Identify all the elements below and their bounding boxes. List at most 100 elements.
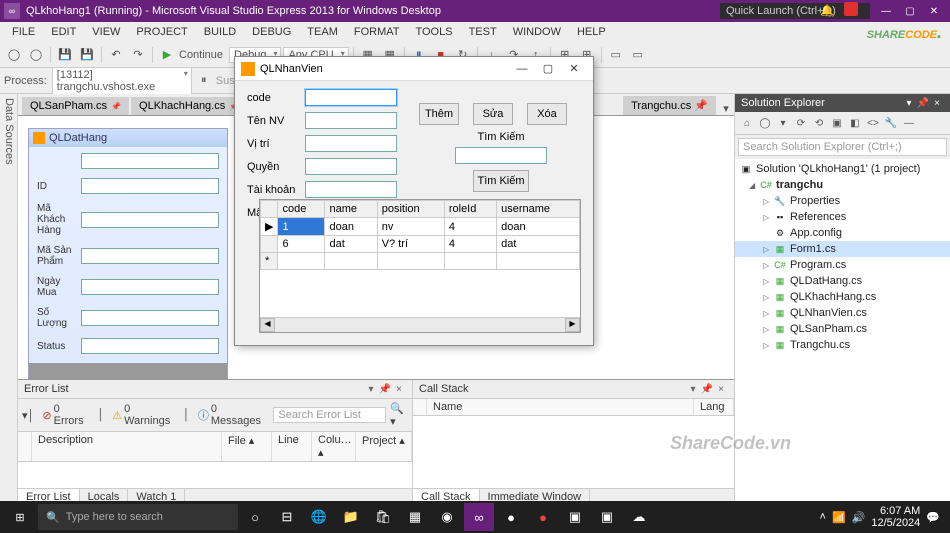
menu-view[interactable]: VIEW xyxy=(84,24,128,40)
node-form1[interactable]: Form1.cs xyxy=(790,243,836,255)
input-quyen[interactable] xyxy=(305,158,397,175)
menu-build[interactable]: BUILD xyxy=(196,24,244,40)
col-code[interactable]: code xyxy=(278,201,325,218)
tray-up-icon[interactable]: ˄ xyxy=(820,511,826,523)
chrome-icon[interactable]: ◉ xyxy=(432,503,462,531)
col-name[interactable]: Name xyxy=(427,399,694,415)
btn-them[interactable]: Thêm xyxy=(419,103,459,125)
taskbar-search[interactable]: 🔍Type here to search xyxy=(38,504,238,530)
menu-team[interactable]: TEAM xyxy=(299,24,346,40)
close-icon[interactable]: × xyxy=(930,98,944,109)
col-file[interactable]: File ▴ xyxy=(222,432,272,461)
menu-tools[interactable]: TOOLS xyxy=(407,24,460,40)
sync-icon[interactable]: ⟳ xyxy=(793,115,809,131)
notification-center-icon[interactable]: 💬 xyxy=(926,511,940,524)
tab-qlsanpham[interactable]: QLSanPham.cs📌 xyxy=(22,97,129,115)
btn-sua[interactable]: Sửa xyxy=(473,103,513,125)
store-icon[interactable]: 🛍 xyxy=(368,503,398,531)
data-sources-tab[interactable]: Data Sources xyxy=(0,94,18,505)
start-button[interactable]: ⊞ xyxy=(4,503,36,531)
tab-trangchu[interactable]: Trangchu.cs 📌 xyxy=(623,96,716,115)
input-vitri[interactable] xyxy=(305,135,397,152)
tray-network-icon[interactable]: 📶 xyxy=(832,511,846,524)
btn-xoa[interactable]: Xóa xyxy=(527,103,567,125)
suspend-icon[interactable]: ⏸ xyxy=(194,71,214,91)
dropdown-icon[interactable]: ▾ xyxy=(686,384,700,395)
notification-icon[interactable]: 🔔 xyxy=(820,4,832,16)
nav-fwd-button[interactable]: ◯ xyxy=(26,45,46,65)
showall-icon[interactable]: ◧ xyxy=(847,115,863,131)
pin-icon[interactable]: 📌 xyxy=(916,98,930,109)
node-qlkhachhang[interactable]: QLKhachHang.cs xyxy=(790,291,876,303)
input-masp[interactable] xyxy=(81,248,219,264)
taskview-icon[interactable]: ⊟ xyxy=(272,503,302,531)
col-roleid[interactable]: roleId xyxy=(444,201,496,218)
input-makh[interactable] xyxy=(81,212,219,228)
col-column[interactable]: Colu… ▴ xyxy=(312,432,356,461)
app-icon2[interactable]: ● xyxy=(496,503,526,531)
app-icon3[interactable]: ● xyxy=(528,503,558,531)
continue-label[interactable]: Continue xyxy=(179,49,223,61)
menu-test[interactable]: TEST xyxy=(461,24,505,40)
menu-window[interactable]: WINDOW xyxy=(505,24,569,40)
grid-row[interactable]: ▶ 1 doan nv 4 doan xyxy=(261,218,580,236)
vs-taskbar-icon[interactable]: ∞ xyxy=(464,503,494,531)
errorlist-search[interactable]: Search Error List xyxy=(273,407,386,423)
edge-icon[interactable]: 🌐 xyxy=(304,503,334,531)
close-button[interactable]: ✕ xyxy=(922,2,946,20)
pin-icon[interactable]: 📌 xyxy=(378,384,392,395)
solution-tree[interactable]: ▣Solution 'QLkhoHang1' (1 project) ◢C#tr… xyxy=(735,159,950,505)
input-code[interactable] xyxy=(305,89,397,106)
warnings-filter[interactable]: ⚠0 Warnings xyxy=(108,402,179,428)
app-icon6[interactable]: ☁ xyxy=(624,503,654,531)
explorer-icon[interactable]: 📁 xyxy=(336,503,366,531)
data-grid[interactable]: code name position roleId username ▶ 1 d… xyxy=(259,199,581,333)
close-icon[interactable]: × xyxy=(392,384,406,395)
filter-dropdown[interactable]: ▾│ xyxy=(22,409,34,422)
node-trangchu[interactable]: Trangchu.cs xyxy=(790,339,850,351)
dialog-maximize[interactable]: ▢ xyxy=(535,60,561,78)
dialog-close[interactable]: ✕ xyxy=(561,60,587,78)
dropdown-icon[interactable]: ▾ xyxy=(364,384,378,395)
tab-dropdown[interactable]: ▾ xyxy=(718,102,734,115)
pin-icon[interactable]: 📌 xyxy=(700,384,714,395)
node-program[interactable]: Program.cs xyxy=(790,259,846,271)
project-node[interactable]: trangchu xyxy=(776,179,823,191)
app-icon[interactable]: ▦ xyxy=(400,503,430,531)
home-icon[interactable]: ⌂ xyxy=(739,115,755,131)
input-taikhoan[interactable] xyxy=(305,181,397,198)
node-appconfig[interactable]: App.config xyxy=(790,227,842,239)
properties-icon[interactable]: 🔧 xyxy=(883,115,899,131)
input-status[interactable] xyxy=(81,338,219,354)
input-ngaymua[interactable] xyxy=(81,279,219,295)
layout-btn2[interactable]: ▭ xyxy=(628,45,648,65)
messages-filter[interactable]: ⓘ0 Messages xyxy=(194,402,270,428)
menu-project[interactable]: PROJECT xyxy=(128,24,195,40)
collapse-icon[interactable]: ▣ xyxy=(829,115,845,131)
solution-root[interactable]: Solution 'QLkhoHang1' (1 project) xyxy=(756,163,920,175)
col-name[interactable]: name xyxy=(325,201,377,218)
fwd-icon[interactable]: ▾ xyxy=(775,115,791,131)
clock[interactable]: 6:07 AM 12/5/2024 xyxy=(871,505,920,529)
grid-new-row[interactable]: * xyxy=(261,253,580,270)
node-properties[interactable]: Properties xyxy=(790,195,840,207)
pin-icon[interactable]: 📌 xyxy=(111,102,121,111)
search-input[interactable] xyxy=(455,147,547,164)
node-references[interactable]: References xyxy=(790,211,846,223)
node-qldathang[interactable]: QLDatHang.cs xyxy=(790,275,862,287)
cortana-icon[interactable]: ○ xyxy=(240,503,270,531)
menu-debug[interactable]: DEBUG xyxy=(244,24,299,40)
back-icon[interactable]: ◯ xyxy=(757,115,773,131)
process-combo[interactable]: [13112] trangchu.vshost.exe xyxy=(52,67,192,95)
node-qlnhanvien[interactable]: QLNhanVien.cs xyxy=(790,307,867,319)
errors-filter[interactable]: ⊘0 Errors xyxy=(38,402,93,428)
field-top[interactable] xyxy=(81,153,219,169)
sln-search-input[interactable]: Search Solution Explorer (Ctrl+;) xyxy=(738,138,947,156)
app-icon4[interactable]: ▣ xyxy=(560,503,590,531)
undo-button[interactable]: ↶ xyxy=(106,45,126,65)
dropdown-icon[interactable]: ▾ xyxy=(902,98,916,109)
grid-row[interactable]: 6 dat V? trí 4 dat xyxy=(261,236,580,253)
col-description[interactable]: Description xyxy=(32,432,222,461)
col-username[interactable]: username xyxy=(497,201,580,218)
node-qlsanpham[interactable]: QLSanPham.cs xyxy=(790,323,867,335)
